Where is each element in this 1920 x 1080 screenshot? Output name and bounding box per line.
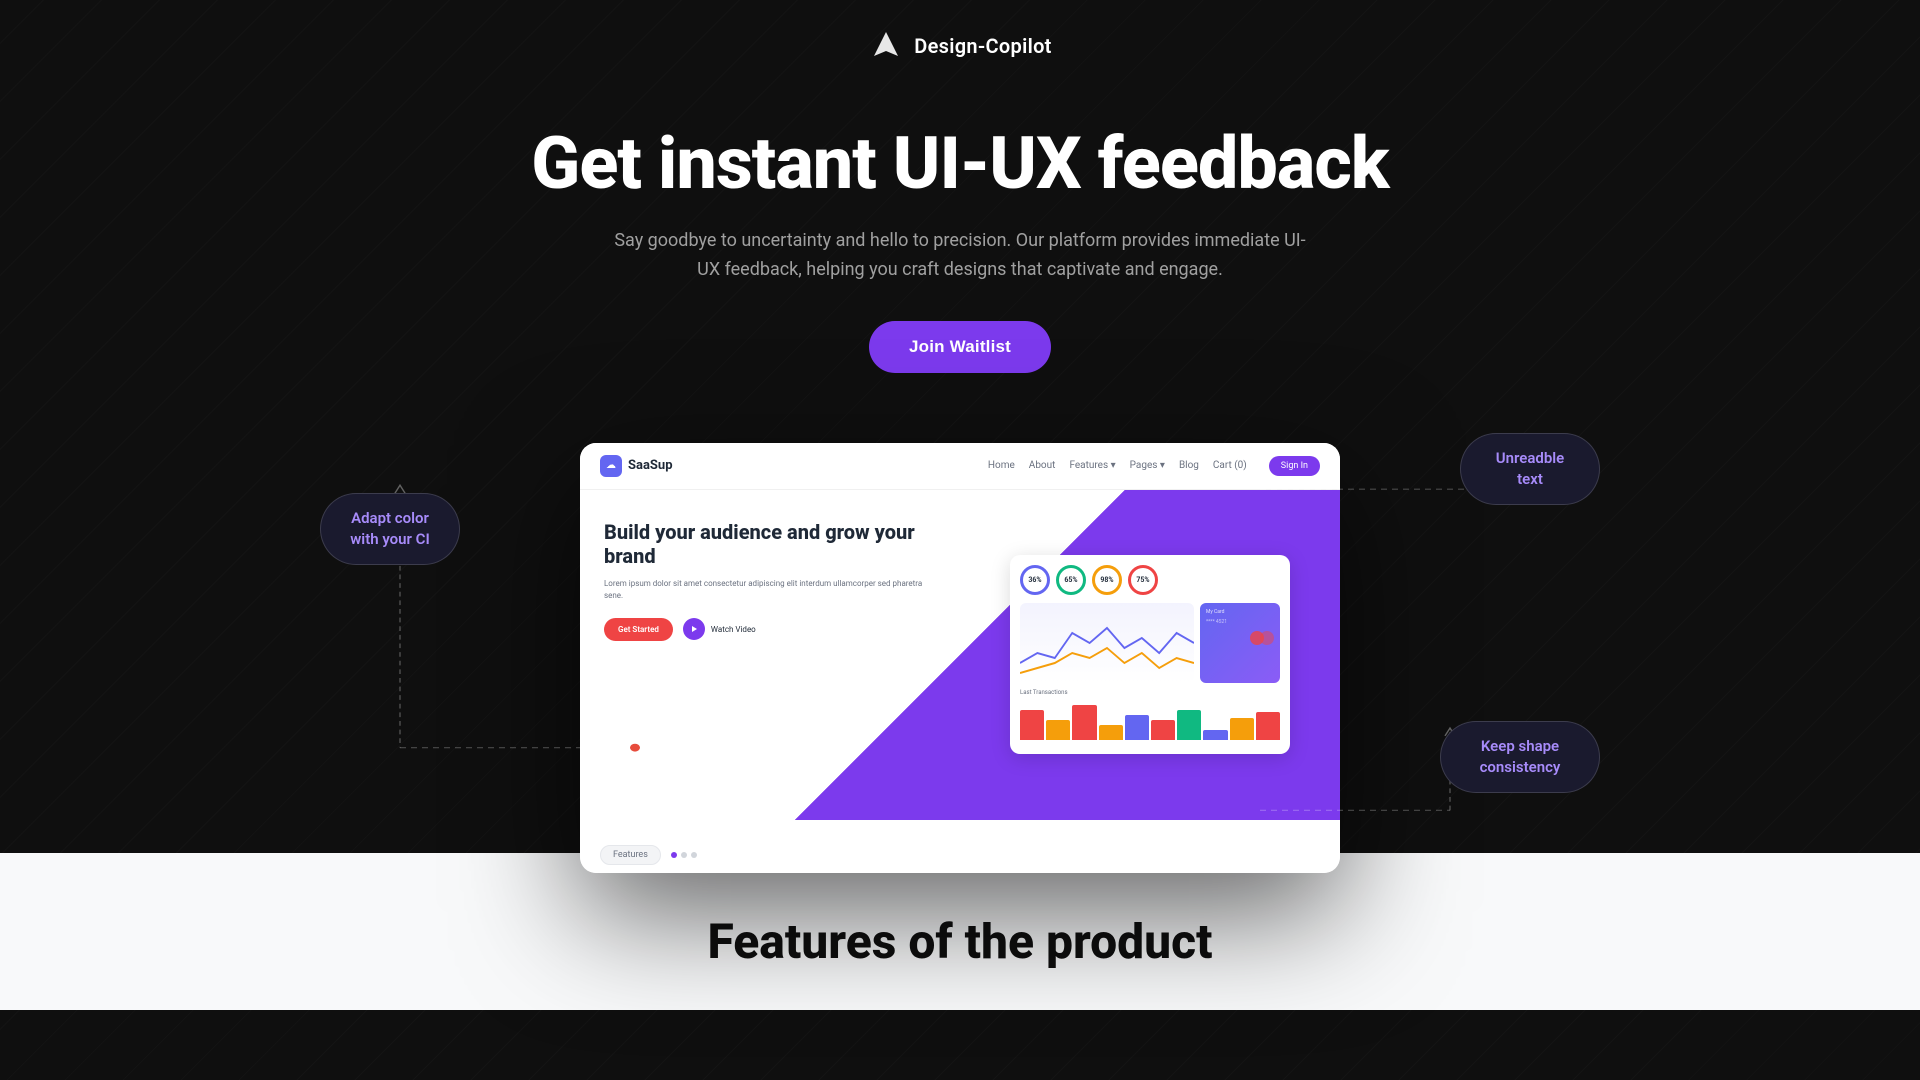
bank-card: My Card **** 4521 <box>1200 603 1280 683</box>
stat-circle-2: 65% <box>1056 565 1086 595</box>
annotation-left-bubble: Adapt color with your CI <box>320 493 460 565</box>
mockup-signin-btn: Sign In <box>1269 456 1320 476</box>
bar-chart <box>1020 700 1280 740</box>
mockup-hero: Build your audience and grow your brand … <box>580 490 1340 820</box>
mockup-hero-buttons: Get Started Watch Video <box>604 618 936 641</box>
mockup-logo-text: SaaSup <box>628 458 673 473</box>
dot-3 <box>691 852 697 858</box>
nav-link-blog: Blog <box>1179 460 1199 471</box>
hero-subtitle: Say goodbye to uncertainty and hello to … <box>610 227 1310 285</box>
features-pill: Features <box>600 845 661 865</box>
mockup-watch-video: Watch Video <box>683 618 756 640</box>
mockup-get-started: Get Started <box>604 618 673 641</box>
mockup-nav: ☁ SaaSup Home About Features ▾ Pages ▾ B… <box>580 443 1340 490</box>
logo-icon <box>868 28 904 64</box>
nav-link-about: About <box>1029 460 1056 471</box>
mockup-logo: ☁ SaaSup <box>600 455 673 477</box>
mockup-bottom-bar: Features <box>580 837 1340 873</box>
annotation-right-top-bubble: Unreadble text <box>1460 433 1600 505</box>
stat-circle-3: 98% <box>1092 565 1122 595</box>
stats-row: 36% 65% 98% 75% <box>1020 565 1280 595</box>
nav-link-features: Features ▾ <box>1069 460 1115 471</box>
mockup-hero-title: Build your audience and grow your brand <box>604 520 936 568</box>
dashboard-card: 36% 65% 98% 75% <box>1010 555 1290 754</box>
annotation-right-bottom-bubble: Keep shape consistency <box>1440 721 1600 793</box>
mockup-logo-icon: ☁ <box>600 455 622 477</box>
preview-section: Adapt color with your CI Unreadble text … <box>260 403 1660 873</box>
nav-link-home: Home <box>988 460 1015 471</box>
header: Design-Copilot <box>0 0 1920 84</box>
line-chart <box>1020 603 1194 683</box>
mockup-nav-links: Home About Features ▾ Pages ▾ Blog Cart … <box>988 456 1320 476</box>
dot-2 <box>681 852 687 858</box>
browser-mockup: ☁ SaaSup Home About Features ▾ Pages ▾ B… <box>580 443 1340 873</box>
mockup-hero-left: Build your audience and grow your brand … <box>580 490 960 820</box>
stat-circle-1: 36% <box>1020 565 1050 595</box>
join-waitlist-button[interactable]: Join Waitlist <box>869 321 1051 373</box>
nav-link-cart: Cart (0) <box>1213 460 1247 471</box>
logo-text: Design-Copilot <box>914 34 1051 58</box>
hero-section: Get instant UI-UX feedback Say goodbye t… <box>0 84 1920 403</box>
bottom-section: Features of the product <box>0 853 1920 1010</box>
stat-circle-4: 75% <box>1128 565 1158 595</box>
bottom-section-title: Features of the product <box>0 913 1920 970</box>
mockup-hero-right: 36% 65% 98% 75% <box>960 490 1340 820</box>
bottom-dots <box>671 852 697 858</box>
hero-title: Get instant UI-UX feedback <box>20 124 1900 203</box>
logo-container: Design-Copilot <box>868 28 1051 64</box>
dot-1 <box>671 852 677 858</box>
play-button-icon <box>683 618 705 640</box>
nav-link-pages: Pages ▾ <box>1130 460 1165 471</box>
transactions-label: Last Transactions <box>1020 689 1280 696</box>
mockup-hero-subtitle: Lorem ipsum dolor sit amet consectetur a… <box>604 578 936 602</box>
